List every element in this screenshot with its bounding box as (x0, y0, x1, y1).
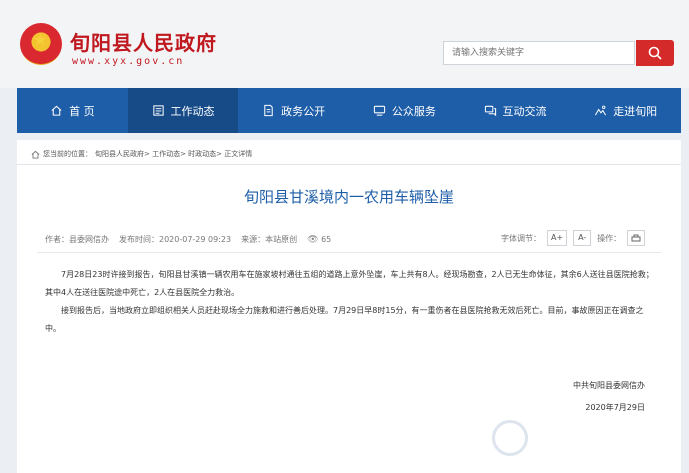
nav-item-public-service[interactable]: 公众服务 (349, 88, 460, 133)
article-source: 来源：本站原创 (241, 235, 298, 244)
search-button[interactable] (636, 40, 674, 66)
article-paragraph: 接到报告后，当地政府立即组织相关人员赶赴现场全力施救和进行善后处理。7月29日早… (45, 306, 644, 333)
nav-label: 互动交流 (502, 104, 547, 118)
main-nav: 首 页 工作动态 政务公开 公众服务 互动交流 走进旬阳 (17, 88, 681, 133)
site-title[interactable]: 旬阳县人民政府 (70, 27, 217, 56)
document-icon (152, 105, 164, 116)
nav-item-home[interactable]: 首 页 (17, 88, 128, 133)
article-paragraph: 7月28日23时许接到报告，旬阳县甘溪镇一辆农用车在施家坡村通往五组的道路上意外… (45, 270, 654, 297)
nav-label: 首 页 (69, 104, 95, 118)
article-author: 作者：县委网信办 (45, 235, 109, 244)
divider (37, 252, 661, 253)
breadcrumb: 您当前的位置： 旬阳县人民政府> 工作动态> 时政动态> 正文详情 (31, 149, 252, 159)
nav-label: 政务公开 (281, 104, 326, 118)
breadcrumb-prefix: 您当前的位置： (43, 150, 92, 158)
article-tools: 字体调节： A+ A- 操作： (501, 230, 646, 246)
site-header: ★ 旬阳县人民政府 www.xyx.gov.cn (0, 0, 689, 88)
font-increase-button[interactable]: A+ (547, 230, 568, 246)
breadcrumb-path[interactable]: 旬阳县人民政府> 工作动态> 时政动态> 正文详情 (95, 149, 252, 159)
national-emblem-icon: ★ (20, 23, 62, 65)
article-publish-time: 发布时间：2020-07-29 09:23 (119, 235, 232, 244)
article-body: 7月28日23时许接到报告，旬阳县甘溪镇一辆农用车在施家坡村通往五组的道路上意外… (45, 266, 655, 338)
site-url: www.xyx.gov.cn (72, 56, 185, 67)
view-count: 65 (321, 234, 332, 244)
font-decrease-button[interactable]: A- (573, 230, 592, 246)
nav-label: 走进旬阳 (613, 104, 658, 118)
nav-item-gov-affairs[interactable]: 政务公开 (238, 88, 349, 133)
landscape-icon (595, 105, 607, 116)
file-icon (264, 104, 273, 117)
print-icon (631, 234, 641, 242)
nav-item-interaction[interactable]: 互动交流 (460, 88, 571, 133)
article-date: 2020年7月29日 (585, 403, 645, 412)
nav-item-about-xunyang[interactable]: 走进旬阳 (570, 88, 681, 133)
article-panel: 您当前的位置： 旬阳县人民政府> 工作动态> 时政动态> 正文详情 旬阳县甘溪境… (17, 140, 681, 473)
chat-icon (484, 105, 496, 117)
location-home-icon (31, 150, 40, 159)
print-button[interactable] (627, 230, 646, 246)
nav-item-work-news[interactable]: 工作动态 (127, 88, 239, 133)
search-input[interactable] (443, 41, 635, 65)
article-signature: 中共旬阳县委网信办 (573, 381, 645, 390)
eye-icon: 👁 (307, 234, 319, 245)
search-icon (648, 46, 662, 60)
divider (17, 164, 681, 165)
font-size-label: 字体调节： (501, 233, 541, 243)
operate-label: 操作： (597, 233, 622, 243)
nav-label: 公众服务 (391, 104, 436, 118)
monitor-icon (373, 105, 385, 116)
article-title: 旬阳县甘溪境内一农用车辆坠崖 (243, 188, 454, 206)
home-icon (51, 105, 62, 116)
article-meta: 作者：县委网信办 发布时间：2020-07-29 09:23 来源：本站原创 👁… (45, 234, 331, 245)
watermark-logo-icon (492, 420, 528, 456)
nav-label: 工作动态 (170, 104, 215, 118)
